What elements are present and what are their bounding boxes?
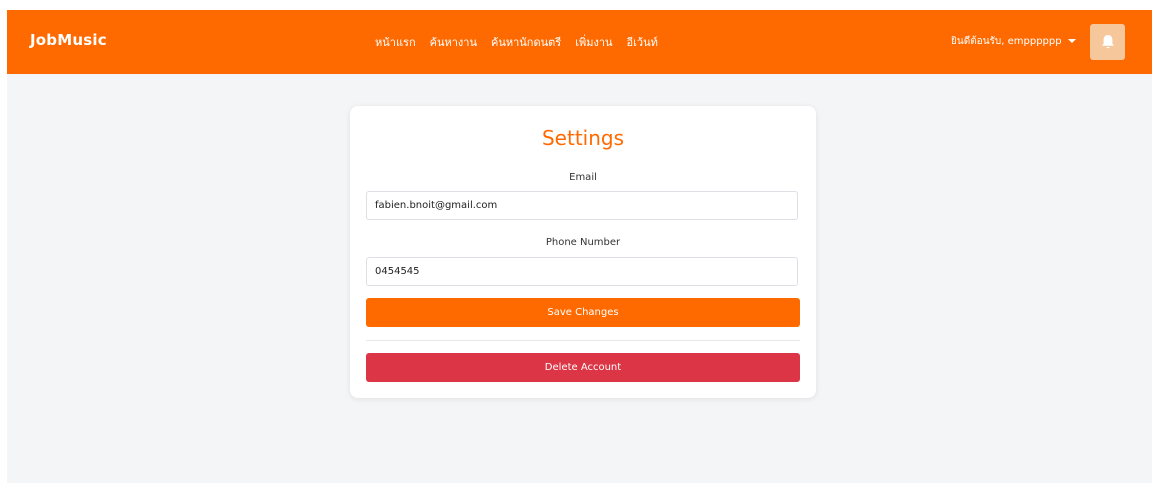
nav-find-jobs[interactable]: ค้นหางาน bbox=[430, 33, 477, 51]
notifications-button[interactable] bbox=[1090, 24, 1125, 60]
settings-card: Settings Email Phone Number Save Changes… bbox=[350, 106, 816, 398]
user-greeting: ยินดีต้อนรับ, empppppp bbox=[951, 36, 1062, 47]
email-label: Email bbox=[569, 172, 597, 183]
save-changes-button[interactable]: Save Changes bbox=[366, 298, 800, 327]
delete-account-button[interactable]: Delete Account bbox=[366, 353, 800, 382]
phone-field[interactable] bbox=[366, 257, 798, 286]
chevron-down-icon bbox=[1067, 38, 1076, 43]
nav-events[interactable]: อีเว้นท์ bbox=[627, 33, 658, 51]
user-menu-dropdown[interactable]: ยินดีต้อนรับ, empppppp bbox=[951, 34, 1076, 49]
page-title: Settings bbox=[541, 126, 625, 150]
nav-find-musicians[interactable]: ค้นหานักดนตรี bbox=[491, 33, 561, 51]
divider bbox=[366, 340, 800, 341]
top-navbar: JobMusic หน้าแรก ค้นหางาน ค้นหานักดนตรี … bbox=[7, 10, 1152, 74]
brand-logo[interactable]: JobMusic bbox=[30, 31, 107, 49]
page: JobMusic หน้าแรก ค้นหางาน ค้นหานักดนตรี … bbox=[7, 10, 1152, 483]
nav-home[interactable]: หน้าแรก bbox=[375, 33, 416, 51]
nav-links: หน้าแรก ค้นหางาน ค้นหานักดนตรี เพิ่มงาน … bbox=[375, 33, 658, 51]
phone-label: Phone Number bbox=[545, 237, 621, 248]
bell-icon bbox=[1101, 35, 1114, 49]
email-field[interactable] bbox=[366, 191, 798, 220]
nav-add-job[interactable]: เพิ่มงาน bbox=[575, 33, 612, 51]
